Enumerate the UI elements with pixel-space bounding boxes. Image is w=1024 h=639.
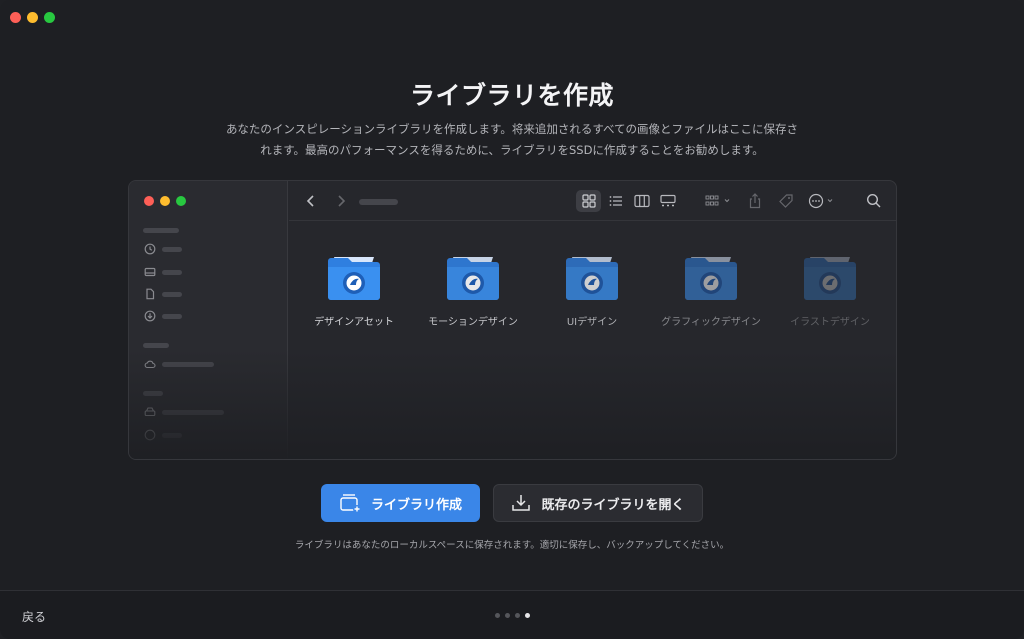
- sidebar-item-placeholder: [162, 410, 224, 415]
- cloud-icon: [144, 358, 156, 370]
- drive-icon: [144, 406, 156, 418]
- gallery-view-icon: [659, 191, 677, 211]
- preview-folder-grid: デザインアセット モーションデザイン UIデザイン グラフィックデザイン イラス…: [289, 251, 896, 341]
- clock-icon: [144, 243, 156, 255]
- folder-label: グラフィックデザイン: [661, 317, 761, 328]
- page-dot-current: [525, 613, 530, 618]
- footer-bar: 戻る: [0, 590, 1024, 639]
- folder-item: イラストデザイン: [765, 251, 895, 328]
- sidebar-item-placeholder: [162, 247, 182, 252]
- library-preview-illustration: デザインアセット モーションデザイン UIデザイン グラフィックデザイン イラス…: [128, 180, 897, 460]
- library-folder-icon: [566, 257, 618, 300]
- back-icon: [303, 191, 319, 211]
- tag-icon: [777, 191, 795, 211]
- page-dot: [505, 613, 510, 618]
- sidebar-item-placeholder: [162, 314, 182, 319]
- path-placeholder: [359, 199, 398, 205]
- sidebar-item-placeholder: [162, 362, 214, 367]
- import-icon: [512, 495, 531, 511]
- page-dot: [515, 613, 520, 618]
- folder-item: UIデザイン: [527, 251, 657, 328]
- folder-item: モーションデザイン: [408, 251, 538, 328]
- description-line-2: れます。最高のパフォーマンスを得るために、ライブラリをSSDに作成することをお勧…: [260, 143, 764, 157]
- back-button[interactable]: 戻る: [22, 608, 46, 625]
- preview-minimize-dot: [160, 196, 170, 206]
- page-indicator: [495, 613, 530, 618]
- folder-label: イラストデザイン: [790, 317, 870, 328]
- library-folder-icon: [328, 257, 380, 300]
- create-library-label: ライブラリ作成: [370, 497, 462, 513]
- inbox-icon: [144, 266, 156, 278]
- document-icon: [144, 288, 156, 300]
- folder-item: グラフィックデザイン: [646, 251, 776, 328]
- network-icon: [144, 429, 156, 441]
- sidebar-section-placeholder: [143, 228, 179, 233]
- setup-window: ライブラリを作成 あなたのインスピレーションライブラリを作成します。将来追加され…: [0, 0, 1024, 639]
- window-controls: [10, 12, 55, 23]
- search-icon: [865, 191, 883, 211]
- preview-zoom-dot: [176, 196, 186, 206]
- sidebar-item-placeholder: [162, 292, 182, 297]
- library-folder-icon: [804, 257, 856, 300]
- forward-icon: [333, 191, 349, 211]
- folder-label: UIデザイン: [566, 317, 618, 328]
- page-title: ライブラリを作成: [409, 81, 614, 110]
- open-existing-library-label: 既存のライブラリを開く: [541, 497, 685, 513]
- zoom-window-button[interactable]: [44, 12, 55, 23]
- create-library-button[interactable]: ライブラリ作成: [321, 484, 480, 522]
- sidebar-section-placeholder: [143, 343, 169, 348]
- sidebar-item-placeholder: [162, 433, 182, 438]
- column-view-icon: [633, 191, 651, 211]
- minimize-window-button[interactable]: [27, 12, 38, 23]
- list-view-icon: [607, 191, 625, 211]
- sidebar-section-placeholder: [143, 391, 163, 396]
- group-icon: [705, 191, 735, 211]
- download-icon: [144, 310, 156, 322]
- library-folder-icon: [685, 257, 737, 300]
- sidebar-item-placeholder: [162, 270, 182, 275]
- grid-view-icon: [576, 190, 601, 212]
- preview-sidebar: [129, 181, 288, 459]
- page-dot: [495, 613, 500, 618]
- open-existing-library-button[interactable]: 既存のライブラリを開く: [493, 484, 703, 522]
- page-description: あなたのインスピレーションライブラリを作成します。将来追加されるすべての画像とフ…: [182, 119, 842, 161]
- close-window-button[interactable]: [10, 12, 21, 23]
- description-line-1: あなたのインスピレーションライブラリを作成します。将来追加されるすべての画像とフ…: [225, 122, 799, 136]
- more-icon: [808, 191, 838, 211]
- folder-label: モーションデザイン: [428, 317, 518, 328]
- preview-window-controls: [144, 196, 186, 206]
- preview-toolbar: [289, 181, 896, 221]
- storage-note: ライブラリはあなたのローカルスペースに保存されます。適切に保存し、バックアップし…: [294, 540, 730, 551]
- share-icon: [747, 191, 763, 211]
- library-folder-icon: [447, 257, 499, 300]
- preview-close-dot: [144, 196, 154, 206]
- folder-label: デザインアセット: [314, 317, 394, 328]
- folder-item: デザインアセット: [289, 251, 419, 328]
- new-library-icon: [340, 494, 361, 513]
